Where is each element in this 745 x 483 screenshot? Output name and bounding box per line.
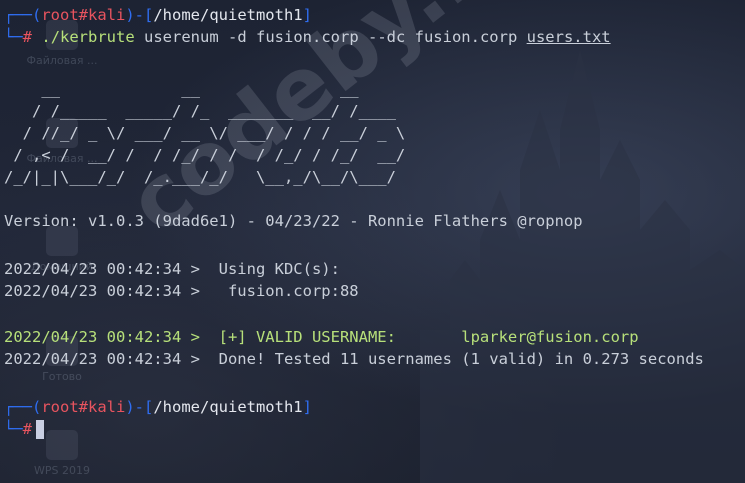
input-line[interactable]: └─#: [4, 418, 45, 440]
banner-line: /_/|_|\___/_/ /_.___/_/ \__,_/\__/\___/: [4, 168, 406, 186]
log-line: 2022/04/23 00:42:34 > fusion.corp:88: [4, 282, 359, 300]
banner-line: / ,< / __/ / / /_/ / / / /_/ / /_/ __/: [4, 146, 406, 164]
version-line: Version: v1.0.3 (9dad6e1) - 04/23/22 - R…: [4, 212, 583, 230]
log-line: 2022/04/23 00:42:34 > Using KDC(s):: [4, 260, 340, 278]
text-cursor: [36, 420, 45, 439]
prompt-header: ┌──(root#kali)-[/home/quietmoth1]: [4, 398, 312, 416]
command-line: └─# ./kerbrute userenum -d fusion.corp -…: [4, 28, 611, 46]
valid-username-line: 2022/04/23 00:42:34 > [+] VALID USERNAME…: [4, 328, 639, 346]
banner-line: / /_____ _____/ /_ _______ __/ /____: [4, 102, 406, 120]
terminal-output[interactable]: ┌──(root#kali)-[/home/quietmoth1] └─# ./…: [4, 4, 745, 483]
banner-line: __ __ __: [4, 80, 406, 98]
banner-line: / //_/ _ \/ ___/ __ \/ ___/ / / / __/ _ …: [4, 124, 406, 142]
prompt-header: ┌──(root#kali)-[/home/quietmoth1]: [4, 6, 312, 24]
log-line: 2022/04/23 00:42:34 > Done! Tested 11 us…: [4, 350, 704, 368]
